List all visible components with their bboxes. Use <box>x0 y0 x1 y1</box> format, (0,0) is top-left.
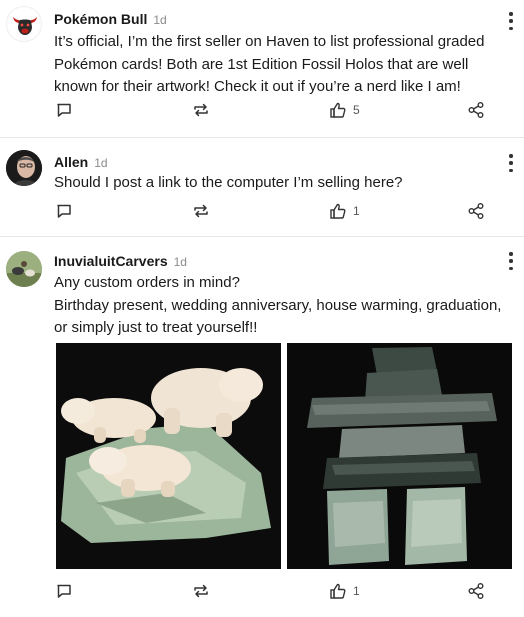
comment-icon <box>57 103 71 117</box>
author-name[interactable]: Allen 1d <box>54 154 108 170</box>
repost-button[interactable] <box>192 580 210 602</box>
avatar[interactable] <box>6 6 42 42</box>
comment-button[interactable] <box>56 580 72 602</box>
like-button[interactable]: 1 <box>329 580 360 602</box>
more-vertical-icon[interactable] <box>508 154 514 172</box>
avatar[interactable] <box>6 251 42 287</box>
post-body: It’s official, I’m the first seller on H… <box>54 33 485 95</box>
comment-button[interactable] <box>56 200 72 222</box>
user-photo-icon <box>6 150 42 186</box>
repost-icon <box>194 584 208 598</box>
comment-icon <box>57 584 71 598</box>
comment-icon <box>57 204 71 218</box>
more-vertical-icon[interactable] <box>508 12 514 30</box>
share-button[interactable] <box>467 99 485 121</box>
like-count: 1 <box>353 204 360 218</box>
like-count: 5 <box>353 103 360 117</box>
post-image-polar-bears[interactable] <box>56 343 281 569</box>
avatar[interactable] <box>6 150 42 186</box>
thumbs-up-icon <box>330 102 346 118</box>
repost-button[interactable] <box>192 200 210 222</box>
comment-button[interactable] <box>56 99 72 121</box>
thumbs-up-icon <box>330 203 346 219</box>
share-button[interactable] <box>467 200 485 222</box>
post-time: 1d <box>173 255 187 269</box>
repost-icon <box>194 204 208 218</box>
share-icon <box>468 102 484 118</box>
more-vertical-icon[interactable] <box>508 252 514 270</box>
bull-logo-icon <box>13 17 37 35</box>
repost-button[interactable] <box>192 99 210 121</box>
author-label[interactable]: Allen <box>54 154 88 170</box>
post-card: Allen 1d Should I post a link to the comp… <box>0 138 524 236</box>
post-actions: 5 <box>0 99 524 121</box>
author-name[interactable]: InuvialuitCarvers 1d <box>54 253 187 269</box>
post-time: 1d <box>153 13 167 27</box>
like-count: 1 <box>353 584 360 598</box>
author-label[interactable]: Pokémon Bull <box>54 11 147 27</box>
share-icon <box>468 583 484 599</box>
post-card: Pokémon Bull 1d It’s official, I’m the fi… <box>0 0 524 137</box>
post-body: Any custom orders in mind? Birthday pres… <box>54 272 506 340</box>
post-actions: 1 <box>0 200 524 222</box>
post-image-inukshuk[interactable] <box>287 343 512 569</box>
share-icon <box>468 203 484 219</box>
share-button[interactable] <box>467 580 485 602</box>
post-body: Should I post a link to the computer I’m… <box>54 174 403 191</box>
author-label[interactable]: InuvialuitCarvers <box>54 253 168 269</box>
carvers-logo-icon <box>6 251 42 287</box>
post-body-line: Birthday present, wedding anniversary, h… <box>54 296 502 337</box>
like-button[interactable]: 5 <box>329 99 360 121</box>
thumbs-up-icon <box>330 583 346 599</box>
post-time: 1d <box>94 156 108 170</box>
post-body-line: Any custom orders in mind? <box>54 274 240 291</box>
repost-icon <box>194 103 208 117</box>
author-name[interactable]: Pokémon Bull 1d <box>54 11 167 27</box>
post-actions: 1 <box>0 580 524 602</box>
like-button[interactable]: 1 <box>329 200 360 222</box>
